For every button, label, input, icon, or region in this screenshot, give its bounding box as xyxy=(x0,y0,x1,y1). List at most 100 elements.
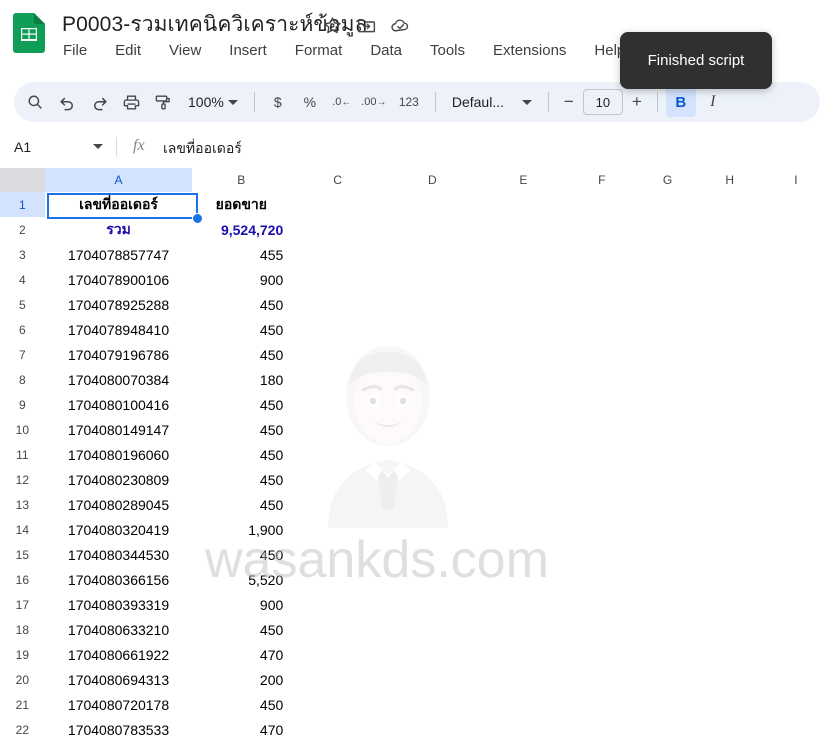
cell-H20[interactable] xyxy=(699,667,761,692)
cell-D12[interactable] xyxy=(385,467,480,492)
cell-D9[interactable] xyxy=(385,392,480,417)
cell-E6[interactable] xyxy=(480,317,567,342)
print-button[interactable] xyxy=(116,87,146,117)
cell-E12[interactable] xyxy=(480,467,567,492)
row-header-22[interactable]: 22 xyxy=(0,717,45,742)
font-family-select[interactable]: Defaul... xyxy=(444,87,540,117)
cell-G2[interactable] xyxy=(637,217,699,242)
cell-I7[interactable] xyxy=(761,342,831,367)
cell-H18[interactable] xyxy=(699,617,761,642)
cell-F3[interactable] xyxy=(567,242,636,267)
cell-D19[interactable] xyxy=(385,642,480,667)
cell-B7[interactable]: 450 xyxy=(192,342,290,367)
cell-A5[interactable]: 1704078925288 xyxy=(45,292,193,317)
cell-B16[interactable]: 5,520 xyxy=(192,567,290,592)
cell-A11[interactable]: 1704080196060 xyxy=(45,442,193,467)
cell-E8[interactable] xyxy=(480,367,567,392)
cell-D2[interactable] xyxy=(385,217,480,242)
cell-B14[interactable]: 1,900 xyxy=(192,517,290,542)
cell-A16[interactable]: 1704080366156 xyxy=(45,567,193,592)
cell-D11[interactable] xyxy=(385,442,480,467)
cell-H7[interactable] xyxy=(699,342,761,367)
cell-F5[interactable] xyxy=(567,292,636,317)
cell-G5[interactable] xyxy=(637,292,699,317)
cell-D13[interactable] xyxy=(385,492,480,517)
cell-I15[interactable] xyxy=(761,542,831,567)
cell-E22[interactable] xyxy=(480,717,567,742)
row-header-20[interactable]: 20 xyxy=(0,667,45,692)
cell-F8[interactable] xyxy=(567,367,636,392)
cell-H8[interactable] xyxy=(699,367,761,392)
cell-B9[interactable]: 450 xyxy=(192,392,290,417)
cell-G12[interactable] xyxy=(637,467,699,492)
cell-G14[interactable] xyxy=(637,517,699,542)
cell-C10[interactable] xyxy=(290,417,385,442)
column-header-f[interactable]: F xyxy=(567,168,637,192)
cell-D16[interactable] xyxy=(385,567,480,592)
cell-G9[interactable] xyxy=(637,392,699,417)
cell-B5[interactable]: 450 xyxy=(192,292,290,317)
cell-H16[interactable] xyxy=(699,567,761,592)
cell-A6[interactable]: 1704078948410 xyxy=(45,317,193,342)
cell-D4[interactable] xyxy=(385,267,480,292)
menu-insert[interactable]: Insert xyxy=(226,41,270,60)
cell-A13[interactable]: 1704080289045 xyxy=(45,492,193,517)
increase-decimal-button[interactable]: .00 → xyxy=(359,87,389,117)
cell-G20[interactable] xyxy=(637,667,699,692)
cell-G1[interactable] xyxy=(637,192,699,217)
row-header-13[interactable]: 13 xyxy=(0,492,45,517)
star-icon[interactable] xyxy=(322,15,343,36)
cell-E16[interactable] xyxy=(480,567,567,592)
fill-handle[interactable] xyxy=(192,213,203,224)
undo-button[interactable] xyxy=(52,87,82,117)
cell-I17[interactable] xyxy=(761,592,831,617)
cell-C8[interactable] xyxy=(290,367,385,392)
cell-I14[interactable] xyxy=(761,517,831,542)
cell-A21[interactable]: 1704080720178 xyxy=(45,692,193,717)
cell-E18[interactable] xyxy=(480,617,567,642)
menu-extensions[interactable]: Extensions xyxy=(490,41,569,60)
cell-D6[interactable] xyxy=(385,317,480,342)
cell-C12[interactable] xyxy=(290,467,385,492)
column-header-i[interactable]: I xyxy=(760,168,831,192)
row-header-18[interactable]: 18 xyxy=(0,617,45,642)
menu-file[interactable]: File xyxy=(60,41,90,60)
cell-A12[interactable]: 1704080230809 xyxy=(45,467,193,492)
cell-F16[interactable] xyxy=(567,567,636,592)
cell-E11[interactable] xyxy=(480,442,567,467)
cell-B3[interactable]: 455 xyxy=(192,242,290,267)
cell-F10[interactable] xyxy=(567,417,636,442)
row-header-19[interactable]: 19 xyxy=(0,642,45,667)
cell-E21[interactable] xyxy=(480,692,567,717)
cell-B19[interactable]: 470 xyxy=(192,642,290,667)
cell-E2[interactable] xyxy=(480,217,567,242)
column-header-b[interactable]: B xyxy=(192,168,291,192)
cell-H19[interactable] xyxy=(699,642,761,667)
cell-A4[interactable]: 1704078900106 xyxy=(45,267,193,292)
cell-H12[interactable] xyxy=(699,467,761,492)
cell-B15[interactable]: 450 xyxy=(192,542,290,567)
cell-A19[interactable]: 1704080661922 xyxy=(45,642,193,667)
cell-C4[interactable] xyxy=(290,267,385,292)
cell-F15[interactable] xyxy=(567,542,636,567)
cell-C14[interactable] xyxy=(290,517,385,542)
cell-H5[interactable] xyxy=(699,292,761,317)
cell-D5[interactable] xyxy=(385,292,480,317)
cell-H6[interactable] xyxy=(699,317,761,342)
cell-A14[interactable]: 1704080320419 xyxy=(45,517,193,542)
cell-C1[interactable] xyxy=(290,192,385,217)
cell-E19[interactable] xyxy=(480,642,567,667)
cell-A8[interactable]: 1704080070384 xyxy=(45,367,193,392)
cell-E13[interactable] xyxy=(480,492,567,517)
cell-G19[interactable] xyxy=(637,642,699,667)
menu-edit[interactable]: Edit xyxy=(112,41,144,60)
percent-format-button[interactable]: % xyxy=(295,87,325,117)
cell-C16[interactable] xyxy=(290,567,385,592)
cell-F11[interactable] xyxy=(567,442,636,467)
cell-H17[interactable] xyxy=(699,592,761,617)
cell-G7[interactable] xyxy=(637,342,699,367)
cell-H2[interactable] xyxy=(699,217,761,242)
cell-I6[interactable] xyxy=(761,317,831,342)
cell-A18[interactable]: 1704080633210 xyxy=(45,617,193,642)
cell-G18[interactable] xyxy=(637,617,699,642)
